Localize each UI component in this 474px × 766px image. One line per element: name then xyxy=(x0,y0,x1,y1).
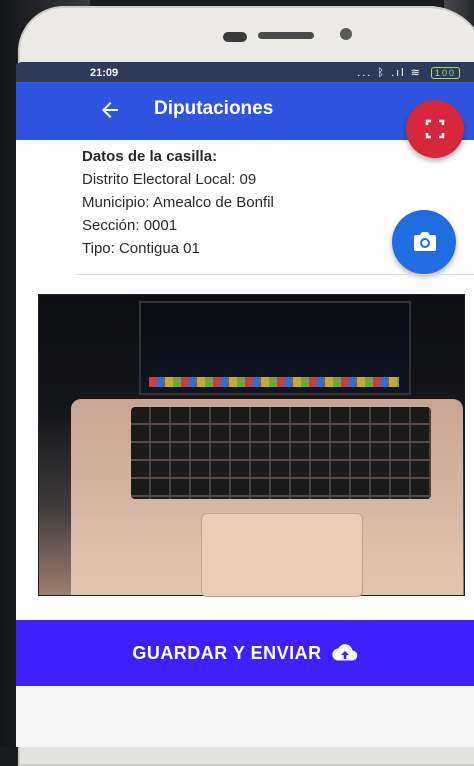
phone-screen: 21:09 ... ᛒ .ıl ≋ 100 Diputaciones Datos… xyxy=(16,62,474,747)
photo-trackpad xyxy=(201,513,363,597)
casilla-info: Datos de la casilla: Distrito Electoral … xyxy=(82,148,274,263)
cloud-upload-icon xyxy=(332,644,357,661)
casilla-heading: Datos de la casilla: xyxy=(82,148,218,165)
photo-dock xyxy=(149,377,399,387)
scan-frame-icon xyxy=(425,119,445,139)
captured-photo[interactable] xyxy=(38,294,465,597)
save-and-send-button[interactable]: GUARDAR Y ENVIAR xyxy=(16,620,474,686)
status-time: 21:09 xyxy=(90,67,119,79)
bottom-area xyxy=(16,686,474,747)
camera-icon xyxy=(414,232,436,251)
battery-icon: 100 xyxy=(430,67,460,79)
arrow-left-icon xyxy=(102,102,118,118)
save-button-label: GUARDAR Y ENVIAR xyxy=(132,642,322,663)
proximity-sensor xyxy=(340,28,352,40)
photo-laptop-base xyxy=(71,399,463,597)
seccion-text: Sección: 0001 xyxy=(82,217,178,234)
back-button[interactable] xyxy=(98,98,128,122)
earpiece-speaker xyxy=(258,32,314,39)
distrito-text: Distrito Electoral Local: 09 xyxy=(82,171,257,188)
status-bar: 21:09 ... ᛒ .ıl ≋ 100 xyxy=(16,62,474,84)
divider xyxy=(76,274,474,275)
front-camera xyxy=(223,32,247,42)
status-indicators: ... ᛒ .ıl ≋ 100 xyxy=(357,66,460,79)
municipio-text: Municipio: Amealco de Bonfil xyxy=(82,194,274,211)
scan-button[interactable] xyxy=(406,100,464,158)
camera-button[interactable] xyxy=(392,210,456,274)
page-title: Diputaciones xyxy=(154,98,274,119)
signal-wifi-icons: ... ᛒ .ıl ≋ xyxy=(357,67,422,79)
photo-keyboard xyxy=(131,407,431,499)
tipo-text: Tipo: Contigua 01 xyxy=(82,240,200,257)
